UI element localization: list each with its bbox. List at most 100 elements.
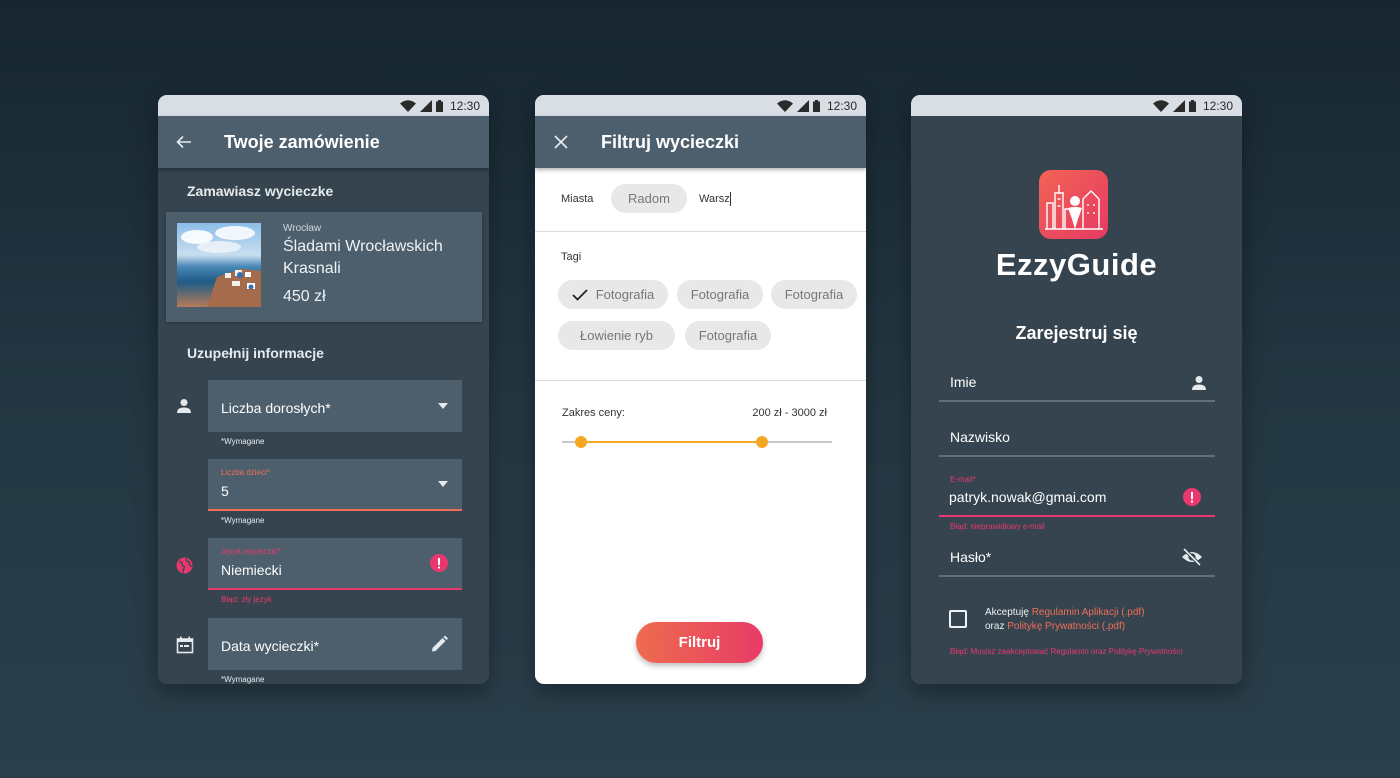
adults-helper: *Wymagane	[221, 437, 265, 446]
children-select[interactable]: Liczba dzieci* 5	[208, 459, 462, 511]
person-icon	[1191, 375, 1207, 391]
trip-price: 450 zł	[283, 288, 326, 305]
email-error: Błąd: nieprawidłowy e-mail	[950, 522, 1045, 531]
error-icon	[1183, 488, 1201, 506]
city-guide-logo-icon	[1044, 184, 1103, 230]
tag-chip-label: Fotografia	[698, 328, 758, 343]
price-range-label: Zakres ceny:	[562, 407, 625, 419]
dropdown-arrow-icon	[438, 481, 448, 487]
tag-chip-label: Fotografia	[595, 287, 655, 302]
status-time: 12:30	[826, 98, 857, 113]
app-bar: Twoje zamówienie	[158, 116, 489, 168]
filter-screen: 12:30 Filtruj wycieczki Miasta Radom War…	[535, 95, 866, 684]
price-slider-min-handle[interactable]	[574, 436, 587, 448]
status-bar: 12:30	[911, 95, 1242, 116]
section-title-order: Zamawiasz wycieczke	[187, 183, 334, 199]
children-helper: *Wymagane	[221, 516, 265, 525]
city-chip-label: Radom	[628, 191, 670, 206]
terms-error: Błąd: Musisz zaakceptować Regulamin oraz…	[950, 647, 1183, 656]
arrow-back-icon	[176, 135, 191, 149]
date-label: Data wycieczki*	[221, 638, 320, 654]
city-input[interactable]: Warsz	[699, 193, 730, 205]
status-time: 12:30	[1202, 98, 1233, 113]
section-title-info: Uzupełnij informacje	[187, 345, 324, 361]
trip-city: Wrocław	[283, 223, 322, 234]
tag-chip-label: Fotografia	[690, 287, 750, 302]
tag-chip-label: Łowienie ryb	[580, 328, 653, 343]
trip-photo	[177, 223, 261, 307]
page-title: Filtruj wycieczki	[601, 131, 740, 152]
children-label: Liczba dzieci*	[221, 468, 270, 477]
close-button[interactable]	[535, 135, 587, 149]
filter-button-label: Filtruj	[678, 634, 721, 651]
brand-name: EzzyGuide	[995, 247, 1158, 282]
tag-chip-label: Fotografia	[784, 287, 844, 302]
back-button[interactable]	[158, 134, 210, 150]
consent-prefix: Akceptuję	[985, 607, 1029, 618]
language-label: Język wycieczki*	[221, 547, 281, 556]
tag-chip[interactable]: Fotografia	[677, 280, 763, 309]
status-bar: 12:30	[535, 95, 866, 116]
password-field[interactable]: Hasło*	[939, 535, 1215, 577]
register-screen: 12:30 EzzyGuide Zarejestruj się Imie Naz…	[911, 95, 1242, 684]
close-icon	[554, 135, 568, 149]
tag-chip[interactable]: Fotografia	[685, 321, 771, 350]
adults-select[interactable]: Liczba dorosłych*	[208, 380, 462, 432]
dropdown-arrow-icon	[438, 403, 448, 409]
battery-icon	[812, 99, 820, 112]
app-logo	[1039, 170, 1108, 239]
price-range-value: 200 zł - 3000 zł	[752, 407, 827, 419]
terms-link[interactable]: Regulamin Aplikacji (.pdf)	[1032, 607, 1145, 618]
password-label: Hasło*	[950, 549, 992, 565]
tag-chip-selected[interactable]: Fotografia	[558, 280, 668, 309]
wifi-icon	[1152, 99, 1169, 112]
email-label: E-mail*	[950, 475, 976, 484]
wifi-icon	[399, 99, 416, 112]
price-slider-max-handle[interactable]	[755, 436, 768, 448]
page-title: Zarejestruj się	[1015, 323, 1138, 343]
error-icon	[430, 554, 448, 572]
cities-label: Miasta	[561, 193, 594, 205]
signal-icon	[419, 99, 432, 112]
email-value: patryk.nowak@gmai.com	[949, 489, 1107, 505]
check-icon	[572, 288, 588, 301]
wifi-icon	[776, 99, 793, 112]
tag-chip[interactable]: Łowienie ryb	[558, 321, 675, 350]
last-name-label: Nazwisko	[950, 429, 1010, 445]
language-error: Błąd: zły język	[221, 595, 272, 604]
first-name-field[interactable]: Imie	[939, 360, 1215, 402]
status-bar: 12:30	[158, 95, 489, 116]
filter-button[interactable]: Filtruj	[636, 622, 763, 663]
consent-mid: oraz	[985, 621, 1005, 632]
visibility-off-icon[interactable]	[1181, 548, 1203, 566]
email-field[interactable]: E-mail* patryk.nowak@gmai.com	[939, 475, 1215, 517]
app-bar: Filtruj wycieczki	[535, 116, 866, 168]
edit-icon	[431, 635, 448, 653]
status-time: 12:30	[449, 98, 480, 113]
last-name-field[interactable]: Nazwisko	[939, 415, 1215, 457]
price-slider-fill	[580, 441, 762, 443]
city-chip-radom[interactable]: Radom	[611, 184, 687, 213]
page-title: Twoje zamówienie	[224, 131, 380, 152]
battery-icon	[435, 99, 443, 112]
adults-label: Liczba dorosłych*	[221, 400, 331, 416]
children-value: 5	[221, 483, 229, 499]
signal-icon	[1172, 99, 1185, 112]
language-select[interactable]: Język wycieczki* Niemiecki	[208, 538, 462, 590]
trip-name: Śladami Wrocławskich Krasnali	[283, 238, 443, 277]
calendar-icon	[176, 636, 194, 654]
trip-card[interactable]: Wrocław Śladami Wrocławskich Krasnali 45…	[166, 212, 482, 322]
privacy-policy-link[interactable]: Politykę Prywatności (.pdf)	[1007, 621, 1125, 632]
divider	[535, 380, 866, 381]
battery-icon	[1188, 99, 1196, 112]
order-screen: 12:30 Twoje zamówienie Zamawiasz wyciecz…	[158, 95, 489, 684]
globe-icon	[176, 557, 193, 574]
divider	[535, 231, 866, 232]
date-field[interactable]: Data wycieczki*	[208, 618, 462, 670]
tags-label: Tagi	[561, 251, 582, 263]
first-name-label: Imie	[950, 374, 977, 390]
signal-icon	[796, 99, 809, 112]
tag-chip[interactable]: Fotografia	[771, 280, 857, 309]
terms-checkbox[interactable]	[949, 610, 967, 628]
terms-consent-text: Akceptuję Regulamin Aplikacji (.pdf) ora…	[985, 606, 1145, 634]
